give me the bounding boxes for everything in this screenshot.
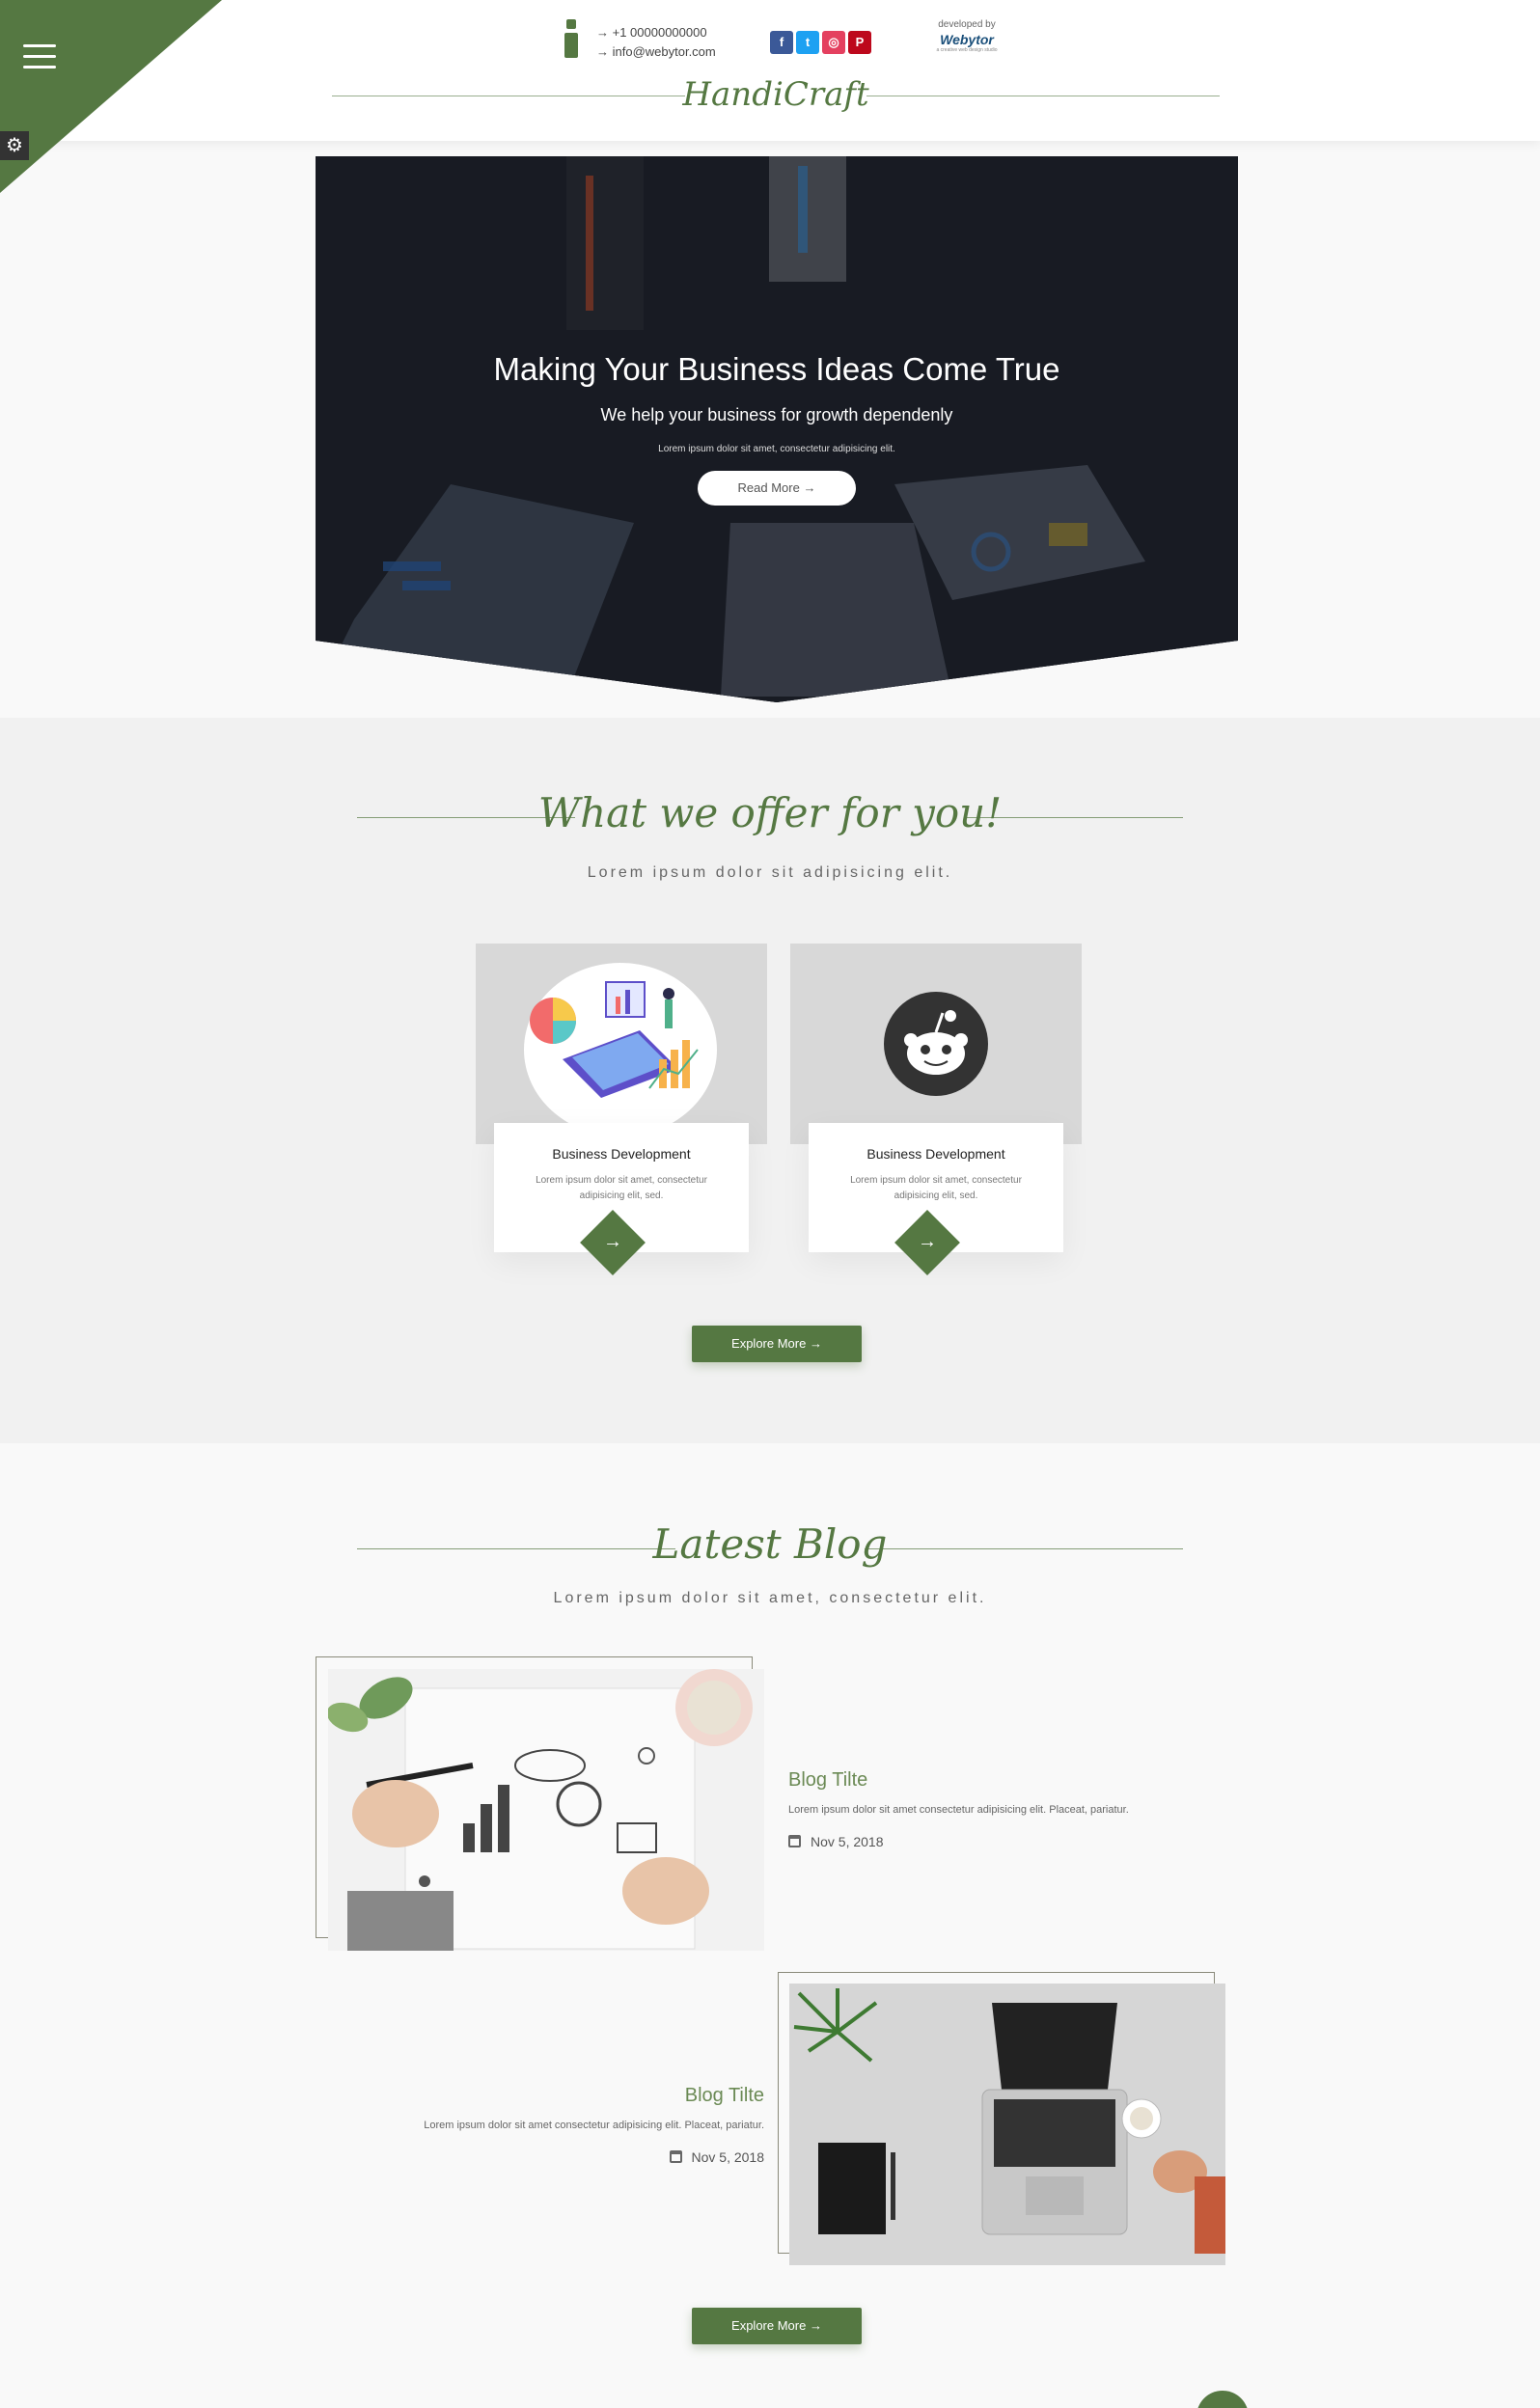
webytor-tagline: a creative web design studio (936, 47, 998, 53)
instagram-icon[interactable]: ◎ (822, 31, 845, 54)
post-date: Nov 5, 2018 (788, 1834, 884, 1849)
developed-by-label: developed by (938, 19, 996, 30)
service-card-image (476, 944, 767, 1144)
hamburger-menu-icon[interactable] (23, 44, 56, 69)
post-date-text: Nov 5, 2018 (811, 1834, 884, 1849)
hero-description: Lorem ipsum dolor sit amet, consectetur … (658, 444, 895, 454)
service-card-image (790, 944, 1082, 1144)
post-date-text: Nov 5, 2018 (691, 2149, 765, 2165)
contact-info: → +1 00000000000 → info@webytor.com (596, 23, 716, 62)
explore-more-button[interactable]: Explore More → (692, 2308, 862, 2344)
arrow-right-icon: → (603, 1231, 622, 1252)
service-card-text: Lorem ipsum dolor sit amet, consectetur … (536, 1175, 707, 1201)
pinterest-icon[interactable]: P (848, 31, 871, 54)
post-image[interactable] (789, 1984, 1225, 2265)
service-card-arrow-button[interactable]: → (894, 1210, 960, 1275)
brand-row: HandiCraft (332, 69, 1220, 122)
laptop-desk-illustration (789, 1984, 1225, 2265)
offer-section: What we offer for you! Lorem ipsum dolor… (0, 718, 1540, 1443)
arrow-right-icon: → (918, 1231, 937, 1252)
offer-title-row: What we offer for you! (357, 783, 1183, 851)
brand-logo[interactable]: HandiCraft (332, 75, 1220, 114)
offer-subtitle: Lorem ipsum dolor sit adipisicing elit. (587, 864, 953, 881)
calendar-icon (788, 1835, 801, 1847)
blog-title-row: Latest Blog (357, 1515, 1183, 1582)
offer-title: What we offer for you! (537, 789, 1003, 836)
gear-icon[interactable]: ⚙ (0, 131, 29, 160)
blog-subtitle: Lorem ipsum dolor sit amet, consectetur … (553, 1590, 987, 1606)
post-image[interactable] (328, 1669, 764, 1951)
facebook-icon[interactable]: f (770, 31, 793, 54)
read-more-button[interactable]: Read More → (698, 471, 856, 506)
hero-banner: Making Your Business Ideas Come True We … (316, 156, 1238, 702)
analytics-illustration (524, 963, 717, 1136)
post-excerpt: Lorem ipsum dolor sit amet consectetur a… (424, 2120, 764, 2131)
hero-background-image (316, 156, 1238, 702)
hero-title: Making Your Business Ideas Come True (493, 351, 1060, 387)
social-links: f t ◎ P (770, 31, 871, 54)
calendar-icon (669, 2150, 682, 2163)
post-excerpt: Lorem ipsum dolor sit amet consectetur a… (788, 1804, 1129, 1816)
phone-text[interactable]: → +1 00000000000 (596, 23, 716, 42)
sketch-notebook-illustration (328, 1669, 764, 1951)
post-date: Nov 5, 2018 (669, 2149, 765, 2165)
twitter-icon[interactable]: t (796, 31, 819, 54)
service-card-title: Business Development (866, 1146, 1005, 1162)
reddit-icon (884, 992, 988, 1096)
blog-section: Latest Blog Lorem ipsum dolor sit amet, … (0, 1443, 1540, 2408)
post-title[interactable]: Blog Tilte (685, 2085, 764, 2107)
service-card-text: Lorem ipsum dolor sit amet, consectetur … (850, 1175, 1022, 1201)
hero-subtitle: We help your business for growth depende… (600, 405, 953, 424)
post-title[interactable]: Blog Tilte (788, 1769, 867, 1792)
email-text[interactable]: → info@webytor.com (596, 42, 716, 62)
page: ⚙ → +1 00000000000 → info@webytor.com f … (0, 0, 1540, 2408)
explore-more-button[interactable]: Explore More → (692, 1326, 862, 1362)
service-card-title: Business Development (552, 1146, 691, 1162)
corner-decoration (0, 0, 222, 193)
service-card[interactable]: Business Development Lorem ipsum dolor s… (476, 944, 767, 1291)
webytor-logo: Webytor (940, 32, 994, 47)
service-card-arrow-button[interactable]: → (580, 1210, 646, 1275)
blog-title: Latest Blog (652, 1520, 888, 1568)
service-card[interactable]: Business Development Lorem ipsum dolor s… (790, 944, 1082, 1291)
info-icon (564, 19, 581, 60)
developer-badge[interactable]: developed by Webytor a creative web desi… (928, 19, 1005, 53)
